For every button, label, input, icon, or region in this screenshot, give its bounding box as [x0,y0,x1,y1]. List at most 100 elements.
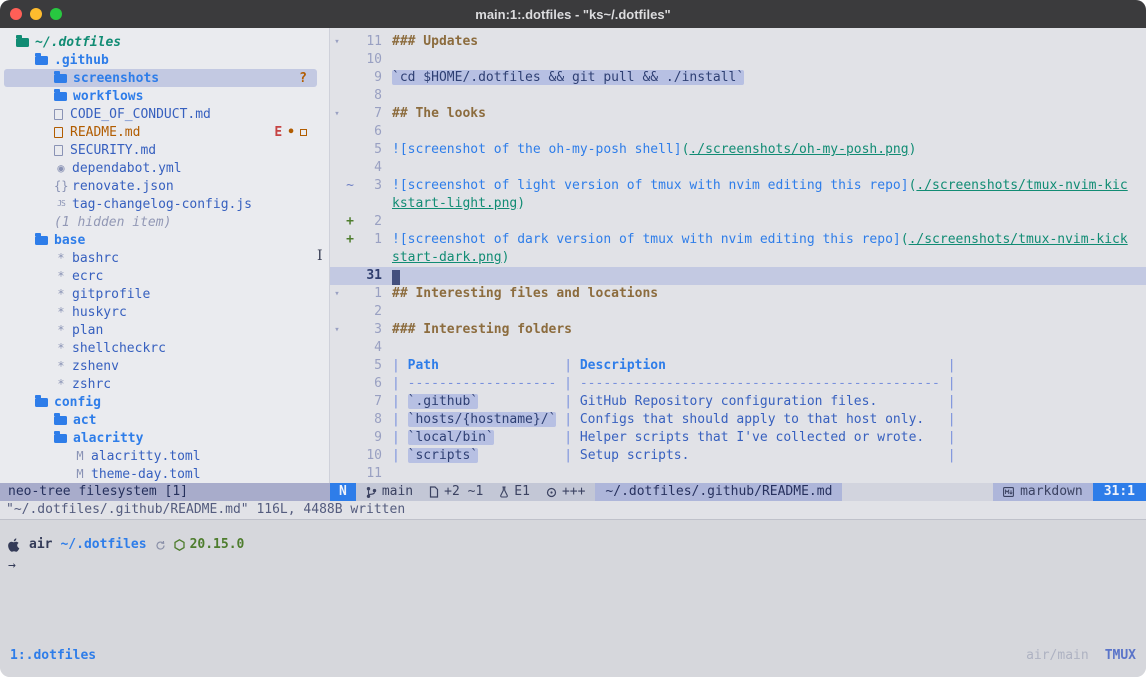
fold-column [330,393,344,411]
shell-pane[interactable]: air ~/.dotfiles 20.15.0 → 1:.dotfiles ai… [0,519,1146,677]
zoom-button[interactable] [50,8,62,20]
tree-item-1-hidden-item[interactable]: (1 hidden item) [4,213,317,231]
tree-item-ecrc[interactable]: *ecrc [4,267,317,285]
text-run: Description [580,358,666,373]
tree-item-dependabot-yml[interactable]: ◉dependabot.yml [4,159,317,177]
editor-line[interactable]: 6| ------------------- | ---------------… [330,375,1146,393]
text-run: ![screenshot of the oh-my-posh shell] [392,142,682,157]
tree-item-tag-changelog-config-js[interactable]: JStag-changelog-config.js [4,195,317,213]
line-content: kstart-light.png) [382,195,1146,213]
tree-item-act[interactable]: act [4,411,317,429]
tree-item-readme-md[interactable]: README.mdE• [4,123,317,141]
editor-line[interactable]: start-dark.png) [330,249,1146,267]
git-diff-counts: +2 ~1 [444,483,483,501]
markdown-file-icon [54,127,63,138]
fold-chevron-icon[interactable]: ▾ [330,285,344,303]
tree-item-gitprofile[interactable]: *gitprofile [4,285,317,303]
tmux-window-label[interactable]: 1:.dotfiles [10,647,96,665]
tree-item-theme-day-toml[interactable]: Mtheme-day.toml [4,465,317,483]
editor-line[interactable]: 4 [330,339,1146,357]
editor-line[interactable]: 8 [330,87,1146,105]
sign-column [344,249,356,267]
fold-chevron-icon[interactable]: ▾ [330,33,344,51]
tree-item-github[interactable]: .github [4,51,317,69]
editor-line[interactable]: 31 [330,267,1146,285]
text-run: Path [408,358,439,373]
text-run: ![screenshot of light version of tmux wi… [392,178,909,193]
tree-item-dotfiles[interactable]: ~/.dotfiles [4,33,317,51]
fold-column [330,375,344,393]
editor-line[interactable]: ~3![screenshot of light version of tmux … [330,177,1146,195]
line-number [356,195,382,213]
editor-line[interactable]: 5| Path | Description | [330,357,1146,375]
editor-line[interactable]: 4 [330,159,1146,177]
editor-line[interactable]: 7| `.github` | GitHub Repository configu… [330,393,1146,411]
editor-line[interactable]: +2 [330,213,1146,231]
fold-chevron-icon[interactable]: ▾ [330,105,344,123]
tree-item-zshrc[interactable]: *zshrc [4,375,317,393]
editor-line[interactable]: 5![screenshot of the oh-my-posh shell](.… [330,141,1146,159]
tree-item-badges: ? [299,71,317,86]
text-run: `scripts` [408,448,478,463]
tree-item-zshenv[interactable]: *zshenv [4,357,317,375]
fold-column [330,51,344,69]
tree-item-alacritty-toml[interactable]: Malacritty.toml [4,447,317,465]
diff-file-icon [429,486,439,498]
modified-badge [300,129,307,136]
cursor-block [392,270,400,285]
editor-line[interactable]: 9`cd $HOME/.dotfiles && git pull && ./in… [330,69,1146,87]
tree-item-plan[interactable]: *plan [4,321,317,339]
editor-line[interactable]: 6 [330,123,1146,141]
line-number: 1 [356,231,382,249]
editor-line[interactable]: ▾ 11### Updates [330,33,1146,51]
editor-line[interactable]: 2 [330,303,1146,321]
editor-line[interactable]: ▾ 3### Interesting folders [330,321,1146,339]
tree-item-shellcheckrc[interactable]: *shellcheckrc [4,339,317,357]
editor-line[interactable]: +1![screenshot of dark version of tmux w… [330,231,1146,249]
editor-line[interactable]: 10| `scripts` | Setup scripts. | [330,447,1146,465]
fold-column [330,159,344,177]
editor-line[interactable]: 9| `local/bin` | Helper scripts that I'v… [330,429,1146,447]
sign-column [344,123,356,141]
tree-item-screenshots[interactable]: screenshots? [4,69,317,87]
tree-item-label: act [73,413,96,428]
tree-item-label: README.md [70,125,140,140]
text-run: kstart-light.png [392,196,517,211]
text-run: | [556,358,579,373]
text-run: | [556,412,579,427]
line-content: ## Interesting files and locations [382,285,1146,303]
fold-column [330,141,344,159]
editor-line[interactable]: 8| `hosts/{hostname}/` | Configs that sh… [330,411,1146,429]
editor-line[interactable]: 10 [330,51,1146,69]
tree-item-base[interactable]: base [4,231,317,249]
text-run: | [940,358,956,373]
close-button[interactable] [10,8,22,20]
editor-line[interactable]: 11 [330,465,1146,483]
tree-item-alacritty[interactable]: alacritty [4,429,317,447]
fold-column [330,249,344,267]
node-hexagon-icon [174,539,185,551]
line-number: 4 [356,339,382,357]
editor-line[interactable]: kstart-light.png) [330,195,1146,213]
text-run: | [392,412,408,427]
tree-item-label: shellcheckrc [72,341,166,356]
fold-chevron-icon[interactable]: ▾ [330,321,344,339]
tree-item-label: dependabot.yml [72,161,182,176]
tree-item-workflows[interactable]: workflows [4,87,317,105]
sign-column [344,33,356,51]
tree-item-security-md[interactable]: SECURITY.md [4,141,317,159]
tree-item-bashrc[interactable]: *bashrc [4,249,317,267]
shell-file-icon: * [54,375,68,393]
editor-line[interactable]: ▾ 1## Interesting files and locations [330,285,1146,303]
line-content [382,267,1146,285]
text-run: | [940,394,956,409]
minimize-button[interactable] [30,8,42,20]
tmux-session-label: air/main [1026,647,1089,665]
status-circle-icon [546,487,557,498]
tree-item-code-of-conduct-md[interactable]: CODE_OF_CONDUCT.md [4,105,317,123]
tree-item-huskyrc[interactable]: *huskyrc [4,303,317,321]
text-run: Configs that should apply to that host o… [580,412,940,427]
tree-item-renovate-json[interactable]: {}renovate.json [4,177,317,195]
editor-line[interactable]: ▾ 7## The looks [330,105,1146,123]
tree-item-config[interactable]: config [4,393,317,411]
